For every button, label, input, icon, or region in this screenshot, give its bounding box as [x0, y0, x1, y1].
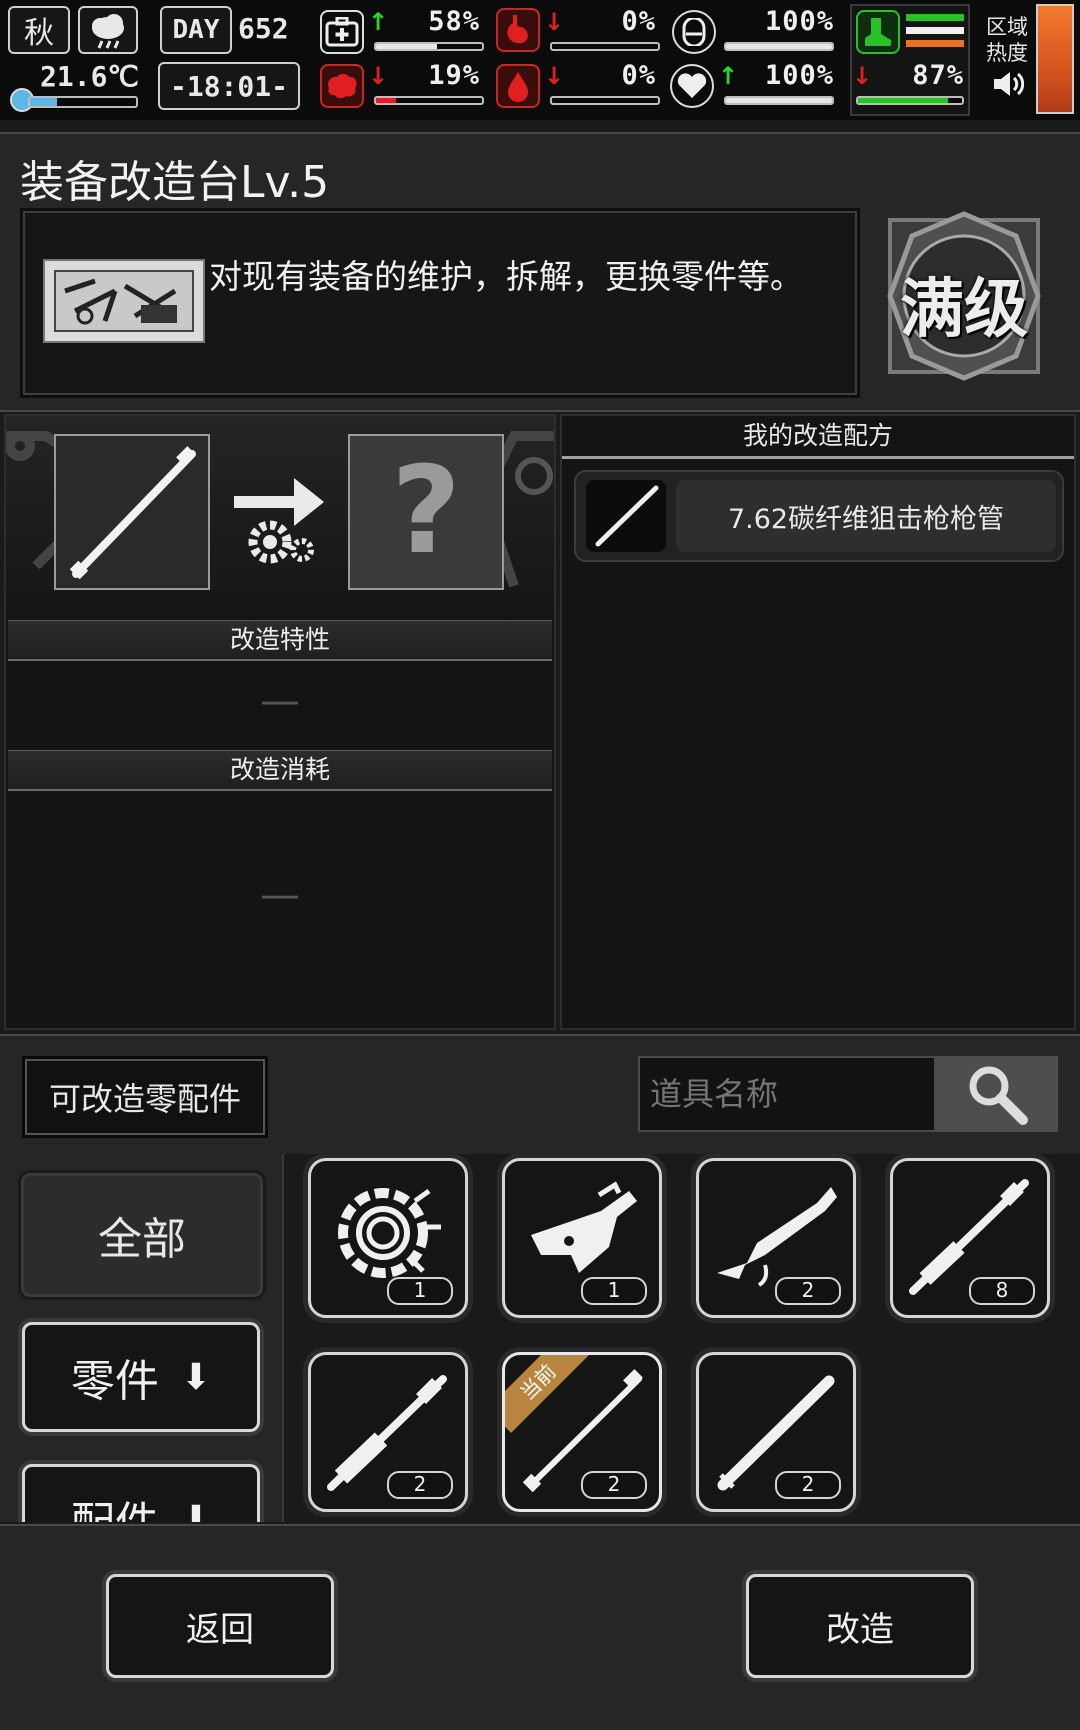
- stamina-value: 87%: [912, 60, 964, 91]
- recipes-header: 我的改造配方: [562, 416, 1074, 459]
- health-value: 58%: [428, 6, 480, 37]
- parts-area: 全部 零件 ⬇ 配件 ⬇ 1 1 2: [0, 1154, 1080, 1522]
- category-parts[interactable]: 零件 ⬇: [22, 1322, 260, 1432]
- modify-button[interactable]: 改造: [746, 1574, 974, 1678]
- season-label: 秋: [24, 16, 54, 51]
- arrow-down-icon: ⬇: [180, 1498, 212, 1523]
- source-item-slot[interactable]: [54, 434, 210, 590]
- category-accessories-label: 配件: [71, 1487, 159, 1522]
- arrow-down-icon: ⬇: [180, 1356, 212, 1398]
- action-bar: 返回 改造: [0, 1524, 1080, 1730]
- region-heat-meter: [1036, 4, 1074, 114]
- day-number: 652: [238, 12, 289, 45]
- bladder-bar: [724, 42, 834, 51]
- stomach-bar: [550, 42, 660, 51]
- station-title: 装备改造台Lv.5: [20, 157, 330, 208]
- day-label: DAY: [172, 15, 220, 45]
- bladder-icon: [672, 10, 716, 54]
- recipe-item-label: 7.62碳纤维狙击枪枪管: [727, 503, 1005, 535]
- recipes-header-label: 我的改造配方: [742, 421, 893, 450]
- temperature-bar: [28, 96, 138, 108]
- modifiable-parts-button[interactable]: 可改造零配件: [22, 1056, 268, 1138]
- max-level-badge: 满级: [876, 206, 1052, 386]
- blood-bar: [550, 96, 660, 105]
- category-all[interactable]: 全部: [18, 1170, 266, 1300]
- back-button[interactable]: 返回: [106, 1574, 334, 1678]
- part-tile[interactable]: 2: [696, 1352, 856, 1512]
- part-tile[interactable]: 8: [890, 1158, 1050, 1318]
- brain-value: 19%: [428, 60, 480, 91]
- unknown-result-icon: ?: [391, 442, 461, 581]
- recipe-item-icon: [586, 480, 666, 552]
- temperature-readout: 21.6℃: [40, 60, 139, 93]
- category-all-label: 全部: [98, 1214, 186, 1265]
- health-kit-icon: [320, 10, 364, 54]
- category-accessories[interactable]: 配件 ⬇: [22, 1464, 260, 1522]
- part-quantity: 2: [775, 1277, 841, 1305]
- part-tile[interactable]: 2: [308, 1352, 468, 1512]
- part-quantity: 1: [387, 1277, 453, 1305]
- clock-display: -18:01-: [158, 62, 300, 110]
- heart-icon: [670, 64, 714, 108]
- search-input[interactable]: [638, 1056, 936, 1132]
- modify-panel: ? 改造特性 — 改造消耗 —: [4, 414, 556, 1030]
- result-item-slot: ?: [348, 434, 504, 590]
- stamina-bar: [856, 96, 964, 105]
- brain-bar: [374, 96, 484, 105]
- part-quantity: 1: [581, 1277, 647, 1305]
- station-description-box: 对现有装备的维护，拆解，更换零件等。: [20, 208, 860, 398]
- cost-label: 改造消耗: [229, 755, 330, 784]
- region-heat-label: 区域 热度: [986, 15, 1028, 65]
- search-button[interactable]: [936, 1056, 1058, 1132]
- modifiable-parts-label: 可改造零配件: [48, 1080, 241, 1118]
- recipe-item[interactable]: 7.62碳纤维狙击枪枪管: [574, 470, 1064, 562]
- part-quantity: 2: [775, 1471, 841, 1499]
- traits-header: 改造特性: [8, 620, 552, 661]
- status-hud: 秋 21.6℃ DAY 652 -18:01- ↑ 58% ↓ 0% 100% …: [0, 0, 1080, 120]
- season-badge: 秋: [8, 6, 70, 54]
- parts-filter-bar: 可改造零配件: [0, 1034, 1080, 1156]
- station-description: 对现有装备的维护，拆解，更换零件等。: [209, 257, 803, 296]
- traits-label: 改造特性: [229, 625, 330, 654]
- blood-value: 0%: [621, 60, 656, 91]
- traits-value: —: [260, 678, 300, 724]
- stomach-icon: [496, 8, 540, 52]
- search-icon: [969, 1066, 1028, 1125]
- part-quantity: 2: [581, 1471, 647, 1499]
- boot-icon: [856, 10, 900, 54]
- clock-label: -18:01-: [169, 69, 288, 103]
- part-tile[interactable]: 1: [308, 1158, 468, 1318]
- max-level-label: 满级: [900, 273, 1028, 347]
- modify-arrow-gear-icon: [230, 466, 330, 566]
- part-quantity: 2: [387, 1471, 453, 1499]
- heart-value: 100%: [764, 60, 834, 91]
- cost-header: 改造消耗: [8, 750, 552, 791]
- brain-icon: [320, 64, 364, 108]
- stomach-value: 0%: [621, 6, 656, 37]
- recipe-item-label-box: 7.62碳纤维狙击枪枪管: [676, 480, 1056, 552]
- part-tile[interactable]: 1: [502, 1158, 662, 1318]
- part-tile[interactable]: 2: [696, 1158, 856, 1318]
- back-button-label: 返回: [186, 1609, 254, 1650]
- blood-icon: [496, 64, 540, 108]
- bladder-value: 100%: [764, 6, 834, 37]
- modify-button-label: 改造: [826, 1609, 894, 1650]
- category-parts-label: 零件: [70, 1356, 159, 1407]
- toolbench-image: [43, 259, 205, 343]
- heart-bar: [724, 96, 834, 105]
- part-quantity: 8: [969, 1277, 1035, 1305]
- day-badge: DAY: [160, 6, 232, 54]
- health-bar: [374, 42, 484, 51]
- weather-icon: [78, 6, 138, 54]
- station-panel: 装备改造台Lv.5 对现有装备的维护，拆解，更换零件等。 满级: [0, 132, 1080, 412]
- part-tile-current[interactable]: 当前 2: [502, 1352, 662, 1512]
- recipes-panel: 我的改造配方 7.62碳纤维狙击枪枪管: [560, 414, 1076, 1030]
- cost-value: —: [260, 872, 300, 918]
- speaker-icon[interactable]: [992, 70, 1025, 102]
- stamina-stripes-icon: [906, 14, 964, 47]
